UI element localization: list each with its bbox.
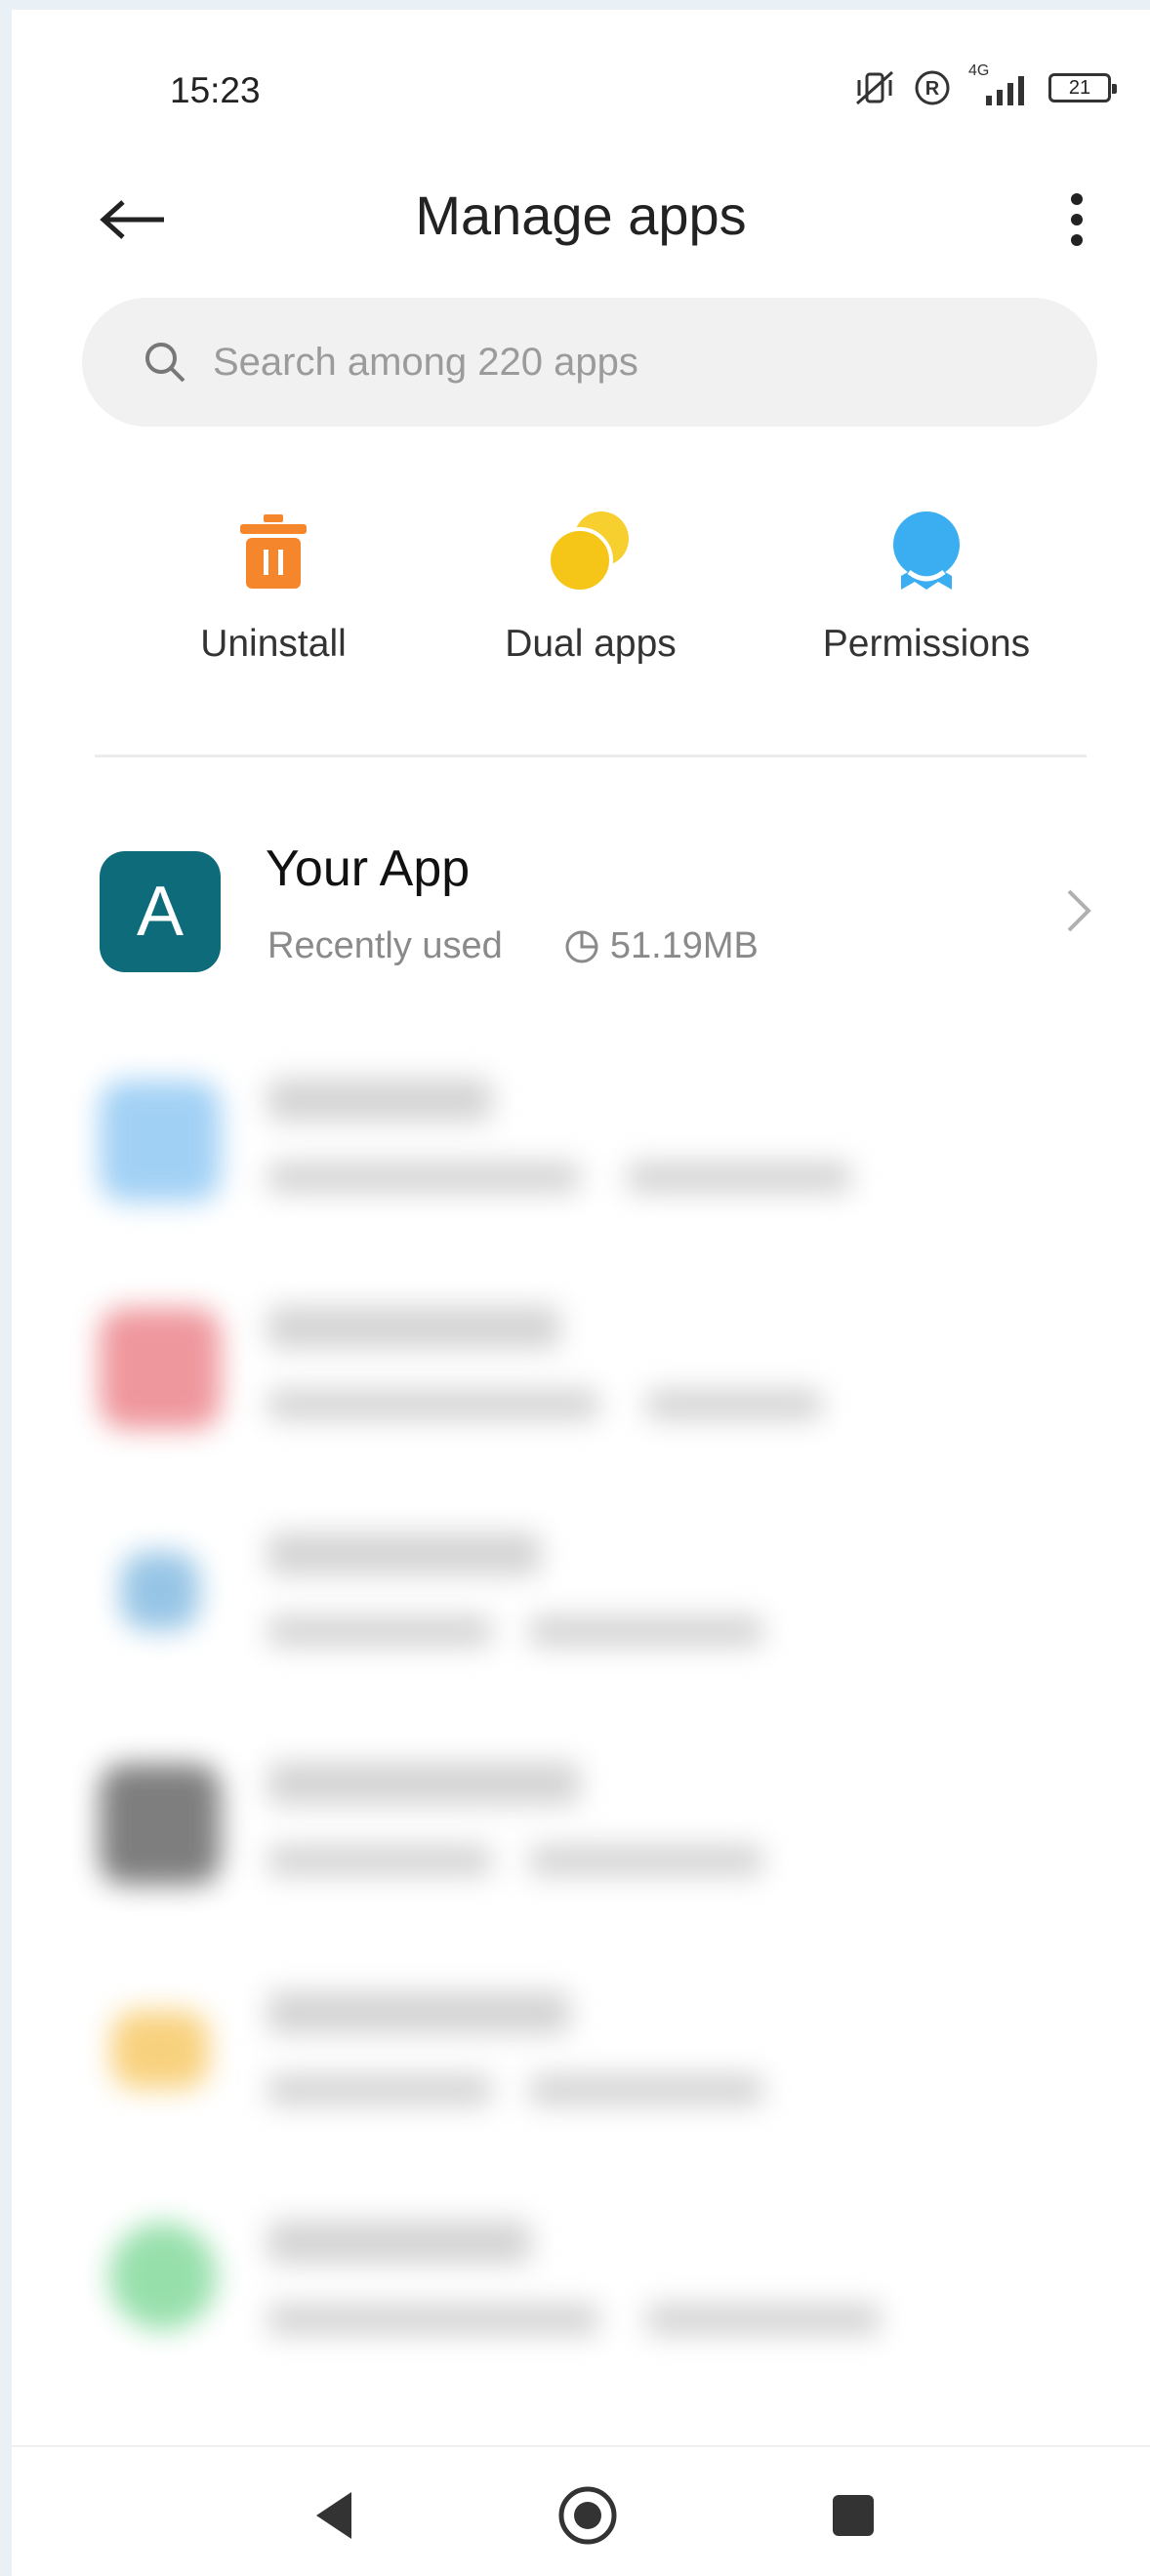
- battery-level: 21: [1068, 76, 1091, 99]
- permissions-button[interactable]: Permissions: [780, 498, 1073, 666]
- svg-text:R: R: [925, 78, 940, 100]
- blurred-app-row[interactable]: [12, 1523, 1150, 1718]
- signal-icon: 4G: [968, 62, 1031, 107]
- app-size: 51.19MB: [609, 925, 759, 966]
- blurred-app-icon: [111, 2011, 209, 2089]
- circle-home-icon: [558, 2486, 617, 2545]
- chevron-right-icon: [1067, 889, 1091, 932]
- page-title: Manage apps: [415, 184, 747, 246]
- app-icon: A: [100, 851, 221, 972]
- app-row-your-app[interactable]: A Your App Recently used 51.19MB: [12, 839, 1150, 1035]
- nav-recents-button[interactable]: [814, 2476, 892, 2555]
- nav-home-button[interactable]: [549, 2476, 627, 2555]
- dual-circles-icon: [547, 498, 635, 605]
- search-input[interactable]: Search among 220 apps: [82, 298, 1097, 427]
- blurred-app-row[interactable]: [12, 2211, 1150, 2406]
- app-icon-letter: A: [136, 873, 185, 951]
- blurred-app-icon: [109, 2223, 217, 2330]
- section-divider: [95, 755, 1087, 757]
- search-placeholder: Search among 220 apps: [213, 340, 638, 384]
- search-icon: [143, 339, 189, 386]
- square-recents-icon: [833, 2495, 874, 2536]
- blurred-app-icon: [100, 1764, 221, 1885]
- app-usage-status: Recently used: [267, 925, 503, 966]
- blurred-app-icon: [121, 1552, 199, 1630]
- pie-chart-icon: [565, 930, 598, 962]
- blurred-app-icon: [100, 1308, 221, 1429]
- app-details: Recently used 51.19MB: [267, 925, 759, 967]
- app-name: Your App: [266, 840, 471, 897]
- blurred-app-row[interactable]: [12, 1982, 1150, 2177]
- battery-icon: 21: [1048, 73, 1117, 102]
- blurred-app-row[interactable]: [12, 1752, 1150, 1947]
- triangle-back-icon: [316, 2492, 351, 2539]
- nav-back-button[interactable]: [295, 2476, 373, 2555]
- phone-screen: 15:23 R 4G 21 Manage apps Search among 2…: [12, 10, 1150, 2576]
- app-storage: 51.19MB: [563, 925, 759, 967]
- vibrate-mute-icon: [856, 70, 893, 105]
- more-options-button[interactable]: [1043, 176, 1111, 264]
- blurred-app-row[interactable]: [12, 1296, 1150, 1492]
- uninstall-button[interactable]: Uninstall: [127, 498, 420, 666]
- trash-icon: [236, 498, 310, 605]
- more-vertical-icon: [1071, 193, 1083, 246]
- status-bar: 15:23 R 4G 21: [12, 10, 1150, 156]
- app-header: Manage apps: [12, 156, 1150, 273]
- status-icons: R 4G 21: [853, 62, 1117, 107]
- navigation-bar: [12, 2445, 1150, 2576]
- permissions-label: Permissions: [822, 623, 1031, 665]
- status-time: 15:23: [170, 70, 261, 110]
- uninstall-label: Uninstall: [200, 623, 347, 665]
- person-badge-icon: [889, 498, 964, 605]
- dual-apps-button[interactable]: Dual apps: [444, 498, 737, 666]
- dual-apps-label: Dual apps: [505, 623, 677, 665]
- registered-icon: R: [915, 70, 950, 105]
- blurred-app-icon: [100, 1081, 221, 1202]
- blurred-app-row[interactable]: [12, 1069, 1150, 1264]
- quick-actions: Uninstall Dual apps Permissions: [12, 498, 1150, 693]
